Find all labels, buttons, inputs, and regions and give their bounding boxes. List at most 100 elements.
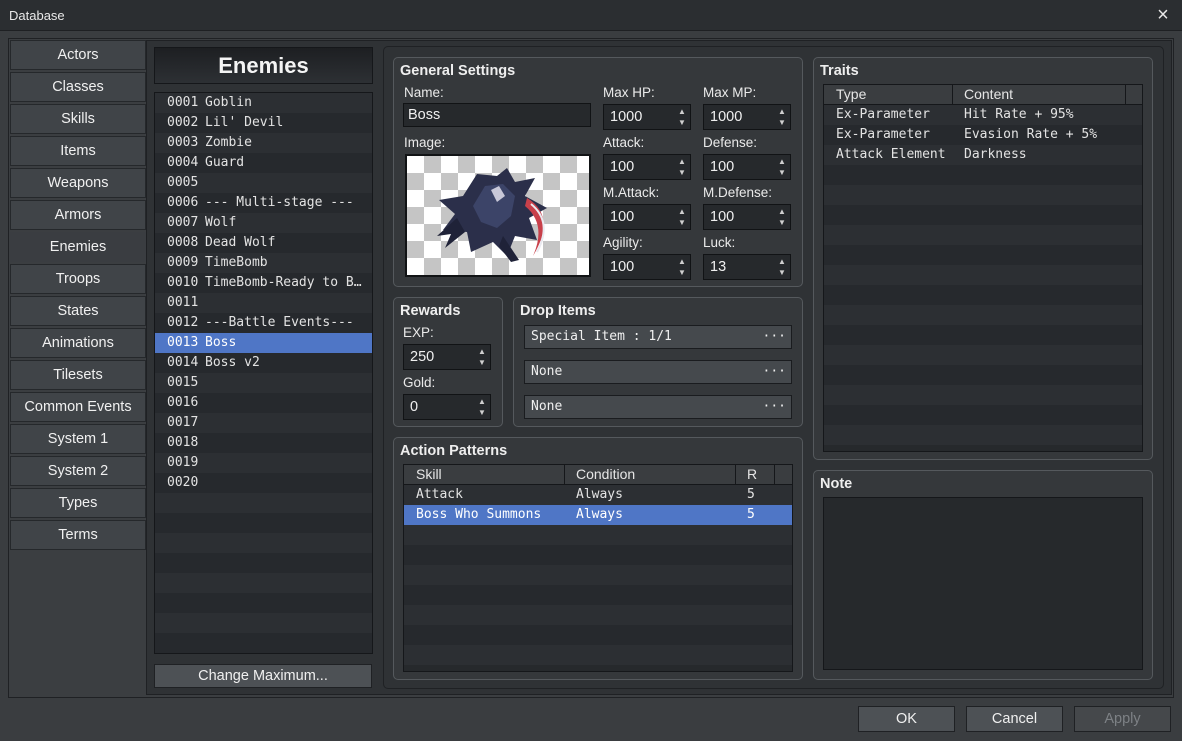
enemy-list-item[interactable] (155, 613, 372, 633)
defense-spinner[interactable]: 100 ▲ ▼ (703, 154, 791, 180)
tab-actors[interactable]: Actors (10, 40, 146, 70)
max-mp-spinner[interactable]: 1000 ▲ ▼ (703, 104, 791, 130)
arrow-down-icon[interactable]: ▼ (676, 117, 688, 128)
tab-terms[interactable]: Terms (10, 520, 146, 550)
trait-row[interactable] (824, 345, 1142, 365)
enemy-list-item[interactable]: 0019 (155, 453, 372, 473)
arrow-up-icon[interactable]: ▲ (776, 256, 788, 267)
action-pattern-row[interactable] (404, 525, 792, 545)
enemy-list-item[interactable]: 0005 (155, 173, 372, 193)
arrow-up-icon[interactable]: ▲ (776, 156, 788, 167)
traits-table[interactable]: Type Content Ex-Parameter Hit Rate + 95% E… (823, 84, 1143, 452)
agility-spinner[interactable]: 100 ▲ ▼ (603, 254, 691, 280)
trait-row[interactable] (824, 285, 1142, 305)
enemy-list-item[interactable]: 0011 (155, 293, 372, 313)
luck-spinner[interactable]: 13 ▲ ▼ (703, 254, 791, 280)
attack-spinner[interactable]: 100 ▲ ▼ (603, 154, 691, 180)
enemy-list[interactable]: 0001 Goblin 0002 Lil' Devil 0003 Zombie 0004 Gu… (154, 92, 373, 654)
arrow-down-icon[interactable]: ▼ (776, 167, 788, 178)
enemy-list-item[interactable] (155, 633, 372, 653)
arrow-up-icon[interactable]: ▲ (476, 346, 488, 357)
more-icon[interactable]: ··· (763, 326, 786, 348)
column-type[interactable]: Type (836, 86, 866, 102)
ok-button[interactable]: OK (858, 706, 955, 732)
drop-item-2[interactable]: None ··· (524, 360, 792, 384)
enemy-list-item[interactable]: 0002 Lil' Devil (155, 113, 372, 133)
more-icon[interactable]: ··· (763, 396, 786, 418)
enemy-list-item[interactable]: 0012 ---Battle Events--- (155, 313, 372, 333)
arrow-up-icon[interactable]: ▲ (676, 256, 688, 267)
apply-button[interactable]: Apply (1074, 706, 1171, 732)
trait-row[interactable] (824, 225, 1142, 245)
trait-row[interactable] (824, 185, 1142, 205)
enemy-list-item[interactable] (155, 593, 372, 613)
tab-classes[interactable]: Classes (10, 72, 146, 102)
arrow-down-icon[interactable]: ▼ (676, 167, 688, 178)
arrow-up-icon[interactable]: ▲ (476, 396, 488, 407)
enemy-list-item[interactable]: 0018 (155, 433, 372, 453)
tab-animations[interactable]: Animations (10, 328, 146, 358)
arrow-down-icon[interactable]: ▼ (676, 267, 688, 278)
close-icon[interactable]: × (1152, 4, 1174, 26)
trait-row[interactable] (824, 425, 1142, 445)
enemy-list-item[interactable]: 0001 Goblin (155, 93, 372, 113)
arrow-up-icon[interactable]: ▲ (676, 206, 688, 217)
tab-troops[interactable]: Troops (10, 264, 146, 294)
name-input[interactable]: Boss (403, 103, 591, 127)
column-condition[interactable]: Condition (576, 466, 635, 482)
enemy-list-item[interactable] (155, 513, 372, 533)
trait-row[interactable] (824, 305, 1142, 325)
enemy-list-item[interactable]: 0008 Dead Wolf (155, 233, 372, 253)
action-patterns-table[interactable]: Skill Condition R Attack Always 5 Boss Who … (403, 464, 793, 672)
enemy-list-item[interactable]: 0009 TimeBomb (155, 253, 372, 273)
enemy-list-item[interactable]: 0017 (155, 413, 372, 433)
mdefense-spinner[interactable]: 100 ▲ ▼ (703, 204, 791, 230)
enemy-list-item[interactable] (155, 573, 372, 593)
tab-common-events[interactable]: Common Events (10, 392, 146, 422)
enemy-list-item[interactable]: 0016 (155, 393, 372, 413)
enemy-list-item[interactable]: 0015 (155, 373, 372, 393)
enemy-list-item[interactable] (155, 493, 372, 513)
enemy-list-item[interactable]: 0020 (155, 473, 372, 493)
arrow-up-icon[interactable]: ▲ (676, 106, 688, 117)
tab-system-1[interactable]: System 1 (10, 424, 146, 454)
enemy-image[interactable] (405, 154, 591, 277)
arrow-down-icon[interactable]: ▼ (776, 267, 788, 278)
tab-system-2[interactable]: System 2 (10, 456, 146, 486)
action-pattern-row[interactable] (404, 645, 792, 665)
enemy-list-item[interactable] (155, 533, 372, 553)
enemy-list-item[interactable]: 0014 Boss v2 (155, 353, 372, 373)
tab-tilesets[interactable]: Tilesets (10, 360, 146, 390)
enemy-list-item[interactable]: 0007 Wolf (155, 213, 372, 233)
arrow-down-icon[interactable]: ▼ (776, 217, 788, 228)
action-pattern-row[interactable] (404, 565, 792, 585)
trait-row[interactable] (824, 265, 1142, 285)
drop-item-3[interactable]: None ··· (524, 395, 792, 419)
drop-item-1[interactable]: Special Item : 1/1 ··· (524, 325, 792, 349)
trait-row[interactable] (824, 365, 1142, 385)
tab-states[interactable]: States (10, 296, 146, 326)
tab-types[interactable]: Types (10, 488, 146, 518)
column-content[interactable]: Content (964, 86, 1013, 102)
enemy-list-item[interactable]: 0010 TimeBomb-Ready to B… (155, 273, 372, 293)
max-hp-spinner[interactable]: 1000 ▲ ▼ (603, 104, 691, 130)
trait-row[interactable] (824, 165, 1142, 185)
action-pattern-row[interactable] (404, 585, 792, 605)
tab-armors[interactable]: Armors (10, 200, 146, 230)
enemy-list-item[interactable]: 0006 --- Multi-stage --- (155, 193, 372, 213)
cancel-button[interactable]: Cancel (966, 706, 1063, 732)
trait-row[interactable] (824, 385, 1142, 405)
gold-spinner[interactable]: 0 ▲ ▼ (403, 394, 491, 420)
trait-row[interactable] (824, 325, 1142, 345)
action-pattern-row[interactable] (404, 545, 792, 565)
arrow-up-icon[interactable]: ▲ (776, 106, 788, 117)
trait-row[interactable]: Ex-Parameter Evasion Rate + 5% (824, 125, 1142, 145)
trait-row[interactable]: Attack Element Darkness (824, 145, 1142, 165)
change-maximum-button[interactable]: Change Maximum... (154, 664, 372, 688)
enemy-list-item[interactable]: 0004 Guard (155, 153, 372, 173)
arrow-up-icon[interactable]: ▲ (676, 156, 688, 167)
arrow-up-icon[interactable]: ▲ (776, 206, 788, 217)
column-skill[interactable]: Skill (416, 466, 442, 482)
arrow-down-icon[interactable]: ▼ (676, 217, 688, 228)
tab-weapons[interactable]: Weapons (10, 168, 146, 198)
